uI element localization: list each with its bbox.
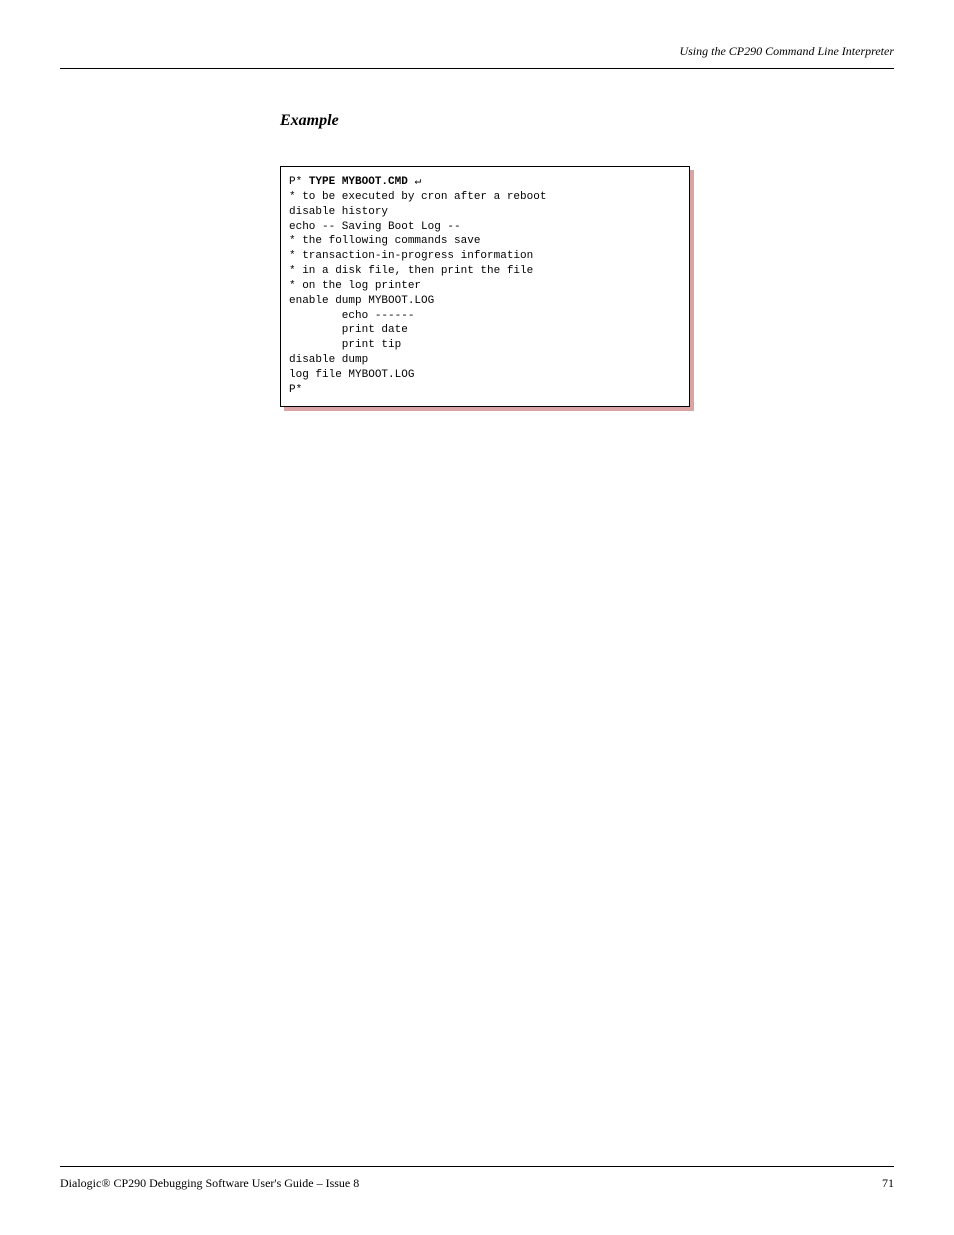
- code-line: * the following commands save: [289, 235, 480, 247]
- header-right-text: Using the CP290 Command Line Interpreter: [679, 44, 894, 59]
- code-line: echo -- Saving Boot Log --: [289, 221, 461, 233]
- code-cmd: TYPE MYBOOT.CMD: [309, 176, 408, 188]
- code-line: log file MYBOOT.LOG: [289, 369, 414, 381]
- code-block: P* TYPE MYBOOT.CMD ↵ * to be executed by…: [280, 166, 690, 407]
- return-icon: ↵: [414, 176, 421, 188]
- code-line: echo ------: [289, 310, 414, 322]
- code-line: * transaction-in-progress information: [289, 250, 533, 262]
- code-line: print tip: [289, 339, 401, 351]
- code-block-content: P* TYPE MYBOOT.CMD ↵ * to be executed by…: [280, 166, 690, 407]
- footer-rule: [60, 1166, 894, 1167]
- section-title: Example: [280, 112, 339, 130]
- header-rule: [60, 68, 894, 69]
- code-line: * on the log printer: [289, 280, 421, 292]
- code-line: disable dump: [289, 354, 368, 366]
- code-line: disable history: [289, 206, 388, 218]
- code-line: * in a disk file, then print the file: [289, 265, 533, 277]
- code-line: enable dump MYBOOT.LOG: [289, 295, 434, 307]
- code-line: print date: [289, 324, 408, 336]
- code-prompt: P*: [289, 176, 302, 188]
- page-number: 71: [882, 1176, 894, 1191]
- footer-left-text: Dialogic® CP290 Debugging Software User'…: [60, 1176, 359, 1191]
- page: Using the CP290 Command Line Interpreter…: [0, 0, 954, 1235]
- code-line: * to be executed by cron after a reboot: [289, 191, 546, 203]
- code-prompt-end: P*: [289, 384, 302, 396]
